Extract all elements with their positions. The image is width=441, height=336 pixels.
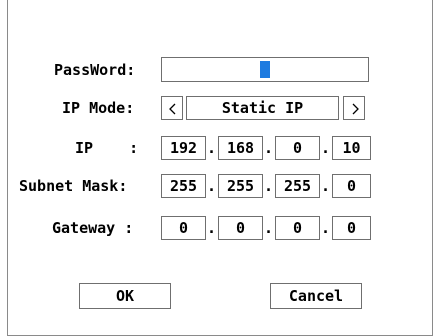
gateway-octet-2[interactable]: 0 <box>218 216 263 240</box>
gateway-separator: . <box>207 219 217 237</box>
ip-mode-label: IP Mode: <box>62 99 135 117</box>
subnet-octet-2[interactable]: 255 <box>218 174 263 198</box>
ip-label: IP : <box>75 139 139 157</box>
password-label: PassWord: <box>54 61 136 79</box>
ip-mode-prev-button[interactable] <box>161 96 183 120</box>
ip-octet-2[interactable]: 168 <box>218 136 263 160</box>
subnet-separator: . <box>264 177 274 195</box>
text-cursor <box>260 61 270 78</box>
gateway-separator: . <box>321 219 331 237</box>
ok-button[interactable]: OK <box>79 283 171 309</box>
ip-octet-1[interactable]: 192 <box>161 136 206 160</box>
ip-separator: . <box>264 139 274 157</box>
gateway-separator: . <box>264 219 274 237</box>
ip-mode-next-button[interactable] <box>343 96 365 120</box>
subnet-separator: . <box>321 177 331 195</box>
subnet-octet-4[interactable]: 0 <box>332 174 371 198</box>
network-settings-dialog <box>7 0 433 336</box>
gateway-octet-3[interactable]: 0 <box>275 216 320 240</box>
ip-separator: . <box>207 139 217 157</box>
ip-mode-value: Static IP <box>186 96 339 120</box>
subnet-mask-label: Subnet Mask: <box>19 177 128 195</box>
ip-octet-3[interactable]: 0 <box>275 136 320 160</box>
cancel-button[interactable]: Cancel <box>270 283 362 309</box>
subnet-octet-3[interactable]: 255 <box>275 174 320 198</box>
gateway-octet-1[interactable]: 0 <box>161 216 206 240</box>
gateway-label: Gateway : <box>52 219 134 237</box>
subnet-octet-1[interactable]: 255 <box>161 174 206 198</box>
ip-separator: . <box>321 139 331 157</box>
gateway-octet-4[interactable]: 0 <box>332 216 371 240</box>
subnet-separator: . <box>207 177 217 195</box>
ip-octet-4[interactable]: 10 <box>332 136 371 160</box>
password-input[interactable] <box>161 57 369 82</box>
